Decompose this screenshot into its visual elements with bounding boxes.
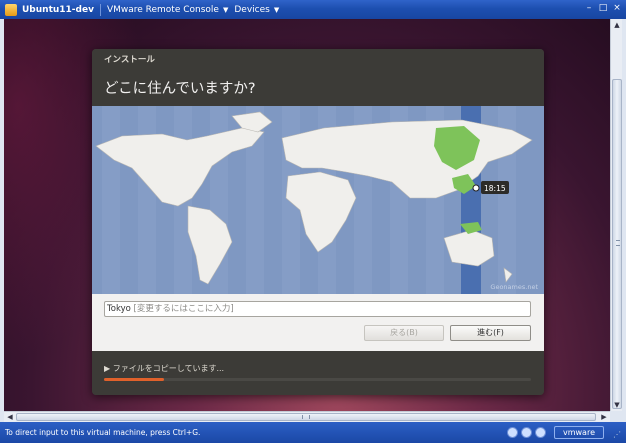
chevron-down-icon[interactable]: ▼: [223, 6, 228, 14]
usb-icon[interactable]: [535, 427, 546, 438]
titlebar-separator: [99, 3, 101, 16]
map-credit: Geonames.net: [490, 283, 538, 291]
window-title: Ubuntu11-dev: [22, 4, 94, 15]
vertical-scroll-thumb[interactable]: [612, 79, 622, 409]
location-input[interactable]: Tokyo [変更するにはここに入力]: [104, 301, 531, 317]
cd-drive-icon[interactable]: [521, 427, 532, 438]
progress-fill: [104, 378, 164, 381]
progress-label[interactable]: ▶ ファイルをコピーしています...: [104, 363, 224, 374]
progress-section: ▶ ファイルをコピーしています...: [92, 351, 544, 395]
map-time-label: 18:15: [484, 184, 506, 193]
horizontal-scrollbar[interactable]: ◀ ▶: [4, 411, 610, 422]
status-bar: To direct input to this virtual machine,…: [0, 422, 626, 443]
app-icon: [5, 3, 17, 16]
expander-arrow-icon[interactable]: ▶: [104, 364, 113, 373]
installer-title: インストール: [104, 55, 155, 65]
progress-text: ファイルをコピーしています...: [112, 364, 225, 373]
scroll-left-icon[interactable]: ◀: [5, 412, 15, 422]
scroll-down-icon[interactable]: ▼: [612, 400, 622, 410]
close-icon[interactable]: ×: [612, 3, 622, 13]
timezone-map[interactable]: 18:15 Geonames.net: [92, 106, 544, 294]
status-hint: To direct input to this virtual machine,…: [5, 428, 201, 437]
back-button[interactable]: 戻る(B): [364, 325, 444, 341]
page-title: どこに住んでいますか?: [104, 81, 256, 97]
location-placeholder: [変更するにはここに入力]: [133, 304, 234, 314]
restore-icon[interactable]: □: [598, 3, 608, 13]
network-icon[interactable]: [507, 427, 518, 438]
guest-desktop[interactable]: インストール どこに住んでいますか? 18:15 Geonames.net To…: [4, 19, 610, 411]
scroll-right-icon[interactable]: ▶: [599, 412, 609, 422]
menu-vmware-remote-console[interactable]: VMware Remote Console: [107, 5, 219, 15]
grip-icon: [616, 240, 620, 246]
installer-window: インストール どこに住んでいますか? 18:15 Geonames.net To…: [92, 49, 544, 395]
next-button[interactable]: 進む(F): [450, 325, 531, 341]
minimize-icon[interactable]: –: [584, 3, 594, 13]
location-value: Tokyo: [107, 304, 131, 314]
world-map[interactable]: [92, 106, 544, 294]
vertical-scrollbar[interactable]: ▲ ▼: [610, 19, 622, 411]
menu-devices[interactable]: Devices: [234, 5, 269, 15]
progress-bar: [104, 378, 531, 381]
location-marker: [472, 184, 480, 192]
window-titlebar[interactable]: Ubuntu11-dev VMware Remote Console ▼ Dev…: [0, 0, 626, 19]
scroll-up-icon[interactable]: ▲: [612, 20, 622, 30]
vmware-logo: vmware: [554, 426, 604, 439]
location-form: Tokyo [変更するにはここに入力] 戻る(B) 進む(F): [92, 294, 544, 351]
chevron-down-icon[interactable]: ▼: [274, 6, 279, 14]
resize-grip-icon[interactable]: ⋰: [613, 430, 623, 440]
grip-icon: [302, 415, 310, 419]
horizontal-scroll-thumb[interactable]: [16, 413, 596, 421]
installer-header: インストール どこに住んでいますか?: [92, 49, 544, 106]
